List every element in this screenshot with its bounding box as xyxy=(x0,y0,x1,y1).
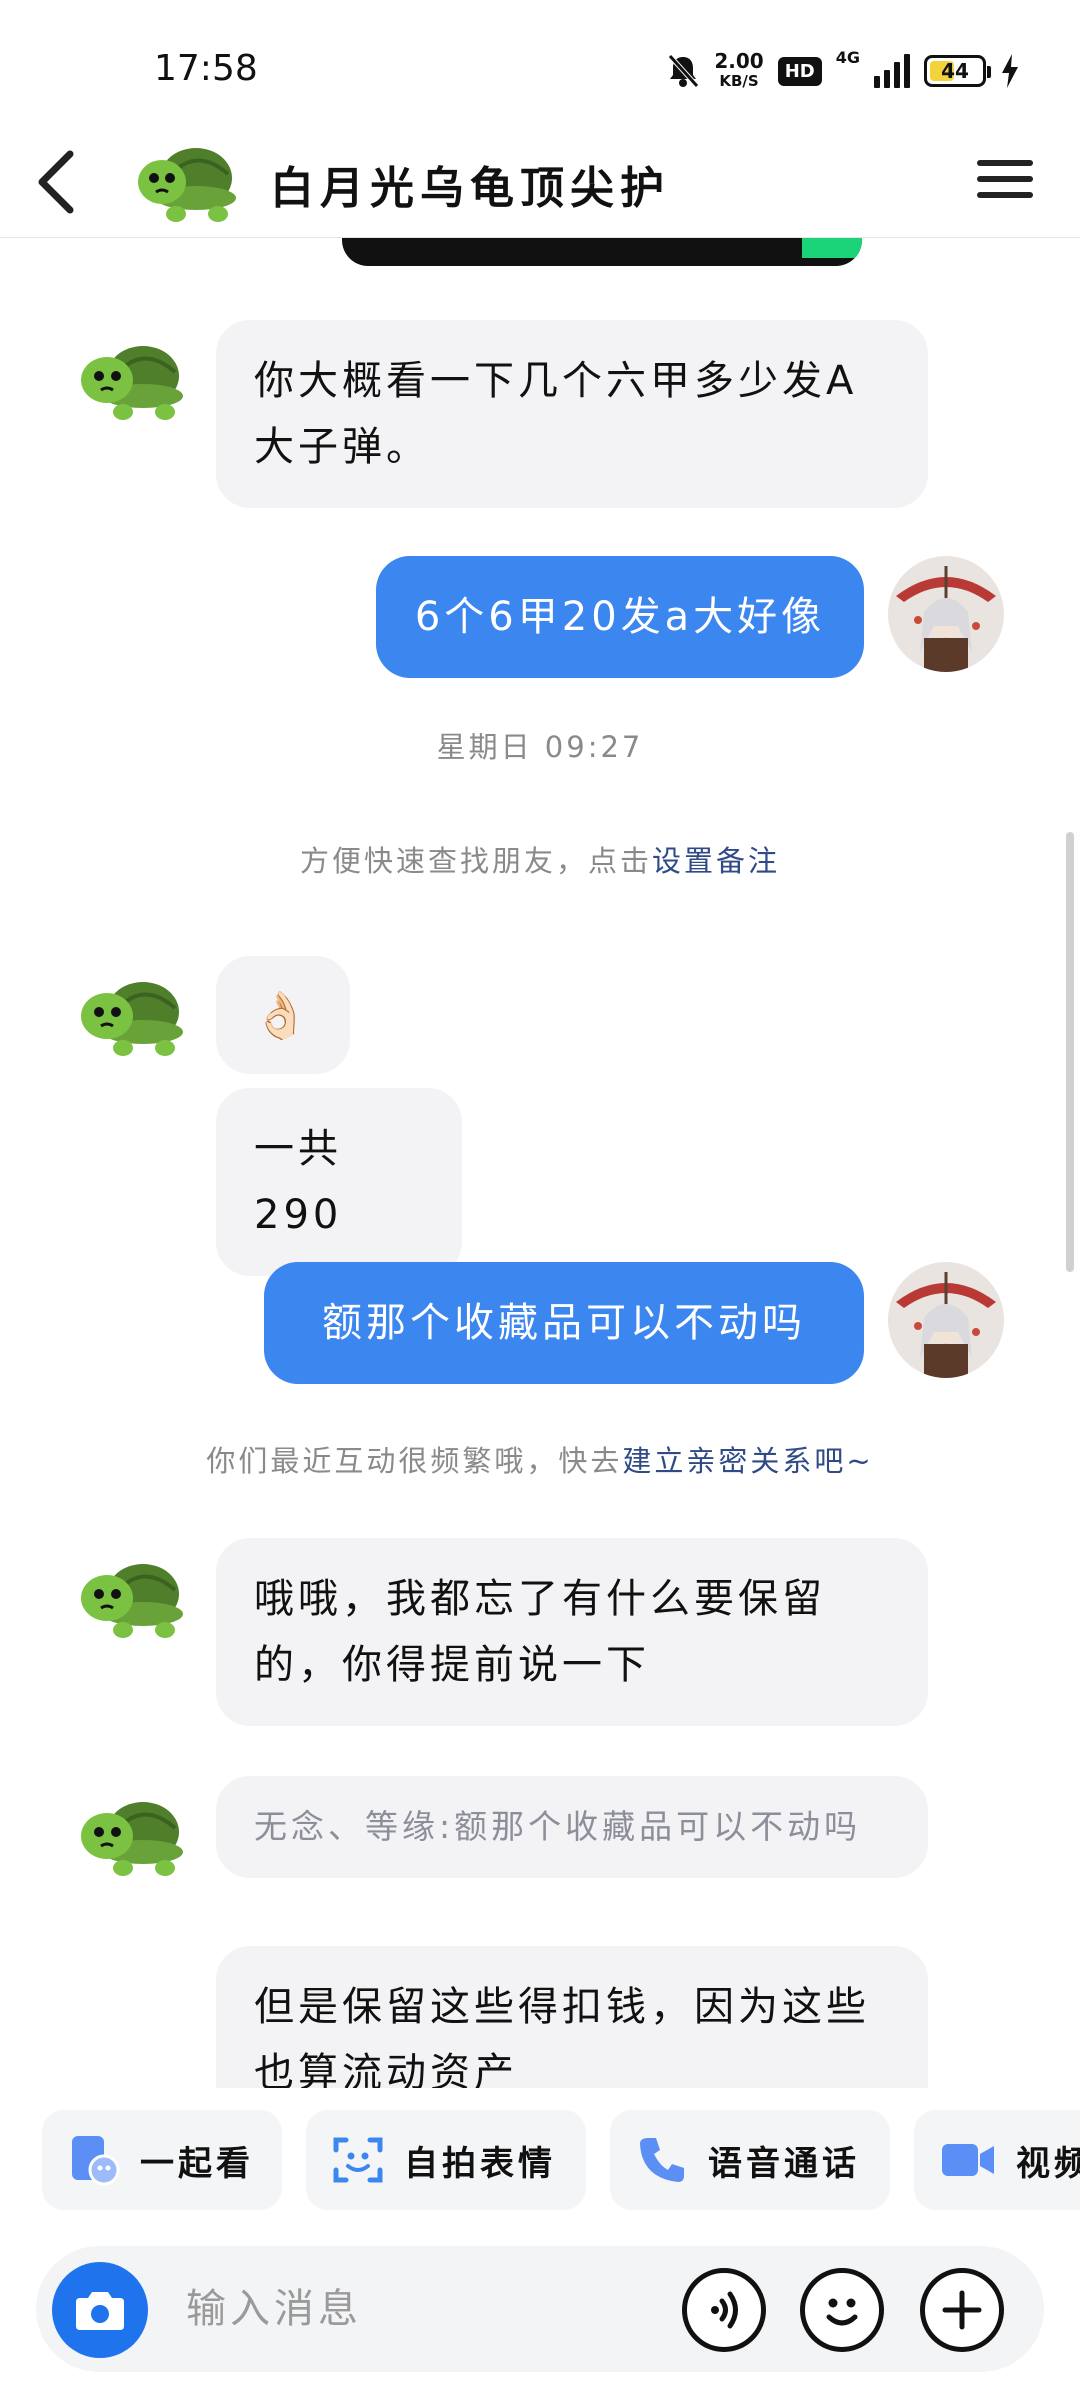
more-options-button[interactable] xyxy=(920,2268,1004,2352)
video-call-button[interactable]: 视频 xyxy=(914,2110,1080,2210)
voice-input-button[interactable] xyxy=(682,2268,766,2352)
back-button[interactable] xyxy=(28,142,98,222)
hamburger-icon xyxy=(970,148,1040,198)
contact-avatar[interactable] xyxy=(73,1538,189,1654)
message-input[interactable] xyxy=(186,2272,686,2346)
camera-button[interactable] xyxy=(52,2262,148,2358)
battery-icon: 44 xyxy=(924,55,991,87)
contact-avatar[interactable] xyxy=(73,956,189,1072)
chat-title: 白月光乌龟顶尖护 xyxy=(270,163,670,214)
net-speed-value: 2.00 xyxy=(714,49,764,73)
chat-history[interactable]: · · · · · · · 你大概看一下几个六甲多少发A大子弹。 6个6甲20发… xyxy=(0,238,1080,2088)
intimacy-hint: 你们最近互动很频繁哦，快去建立亲密关系吧~ xyxy=(0,1438,1080,1480)
my-avatar[interactable] xyxy=(888,556,1004,672)
message-timestamp: 星期日 09:27 xyxy=(436,730,644,764)
mute-bell-icon xyxy=(668,54,700,88)
selfie-sticker-button[interactable]: 自拍表情 xyxy=(306,2110,586,2210)
video-preview-strip[interactable]: · · · · · · · xyxy=(342,238,862,266)
hd-badge: HD xyxy=(777,56,822,86)
turtle-avatar-icon xyxy=(138,148,236,222)
watch-together-icon xyxy=(72,2136,120,2186)
net-speed-unit: KB/S xyxy=(719,72,759,90)
turtle-avatar-icon xyxy=(81,1564,183,1638)
anime-character-avatar-icon xyxy=(888,556,1004,672)
camera-icon xyxy=(76,2292,124,2330)
menu-button[interactable] xyxy=(970,148,1040,218)
set-remark-link[interactable]: 设置备注 xyxy=(652,844,780,878)
contact-avatar[interactable] xyxy=(73,320,189,436)
video-call-label: 视频 xyxy=(1016,2143,1080,2184)
contact-avatar[interactable] xyxy=(73,1776,189,1892)
charging-icon xyxy=(1002,54,1018,88)
quick-action-bar: 一起看 自拍表情 语音通话 视频 xyxy=(0,2110,1080,2220)
video-preview-accent xyxy=(802,238,862,258)
voice-call-button[interactable]: 语音通话 xyxy=(610,2110,890,2210)
voice-call-label: 语音通话 xyxy=(708,2143,860,2184)
video-camera-icon xyxy=(942,2144,994,2176)
message-input-bar xyxy=(36,2246,1044,2372)
message-bubble-incoming[interactable]: 一共290 xyxy=(216,1088,462,1276)
video-preview-text: · · · · · · · xyxy=(352,238,636,244)
message-bubble-incoming[interactable]: 但是保留这些得扣钱，因为这些也算流动资产 xyxy=(216,1946,928,2088)
anime-character-avatar-icon xyxy=(888,1262,1004,1378)
remark-hint: 方便快速查找朋友，点击设置备注 xyxy=(0,838,1080,880)
phone-icon xyxy=(640,2138,684,2182)
voice-wave-icon xyxy=(711,2291,738,2329)
battery-level: 44 xyxy=(941,59,969,83)
net-speed: 2.00 KB/S xyxy=(714,51,763,91)
message-bubble-outgoing[interactable]: 额那个收藏品可以不动吗 xyxy=(264,1262,864,1384)
quoted-message[interactable]: 无念、等缘:额那个收藏品可以不动吗 xyxy=(216,1776,928,1878)
plus-icon xyxy=(942,2290,982,2330)
status-icons: 2.00 KB/S HD 4G 44 xyxy=(666,48,1020,94)
smiley-icon xyxy=(826,2298,858,2326)
scrollbar[interactable] xyxy=(1066,832,1074,1272)
status-time: 17:58 xyxy=(154,48,258,89)
status-bar: 17:58 2.00 KB/S HD 4G 44 xyxy=(0,0,1080,130)
build-intimacy-link[interactable]: 建立亲密关系吧~ xyxy=(622,1444,873,1478)
emoji-button[interactable] xyxy=(800,2268,884,2352)
chevron-left-icon xyxy=(38,150,74,214)
turtle-avatar-icon xyxy=(81,982,183,1056)
message-bubble-incoming[interactable]: 哦哦，我都忘了有什么要保留的，你得提前说一下 xyxy=(216,1538,928,1726)
message-bubble-outgoing[interactable]: 6个6甲20发a大好像 xyxy=(376,556,864,678)
face-scan-icon xyxy=(333,2137,383,2183)
turtle-avatar-icon xyxy=(81,346,183,420)
message-bubble-emoji[interactable]: 👌🏻 xyxy=(216,956,350,1074)
watch-together-button[interactable]: 一起看 xyxy=(42,2110,282,2210)
watch-together-label: 一起看 xyxy=(140,2143,254,2184)
header-avatar[interactable] xyxy=(130,130,242,230)
message-bubble-incoming[interactable]: 你大概看一下几个六甲多少发A大子弹。 xyxy=(216,320,928,508)
turtle-avatar-icon xyxy=(81,1802,183,1876)
remark-hint-text: 方便快速查找朋友，点击 xyxy=(299,844,652,878)
network-type-label: 4G xyxy=(835,48,860,67)
intimacy-hint-text: 你们最近互动很频繁哦，快去 xyxy=(206,1444,623,1478)
selfie-sticker-label: 自拍表情 xyxy=(404,2143,556,2184)
my-avatar[interactable] xyxy=(888,1262,1004,1378)
chat-header: 白月光乌龟顶尖护 xyxy=(0,130,1080,238)
signal-icon xyxy=(874,54,910,88)
